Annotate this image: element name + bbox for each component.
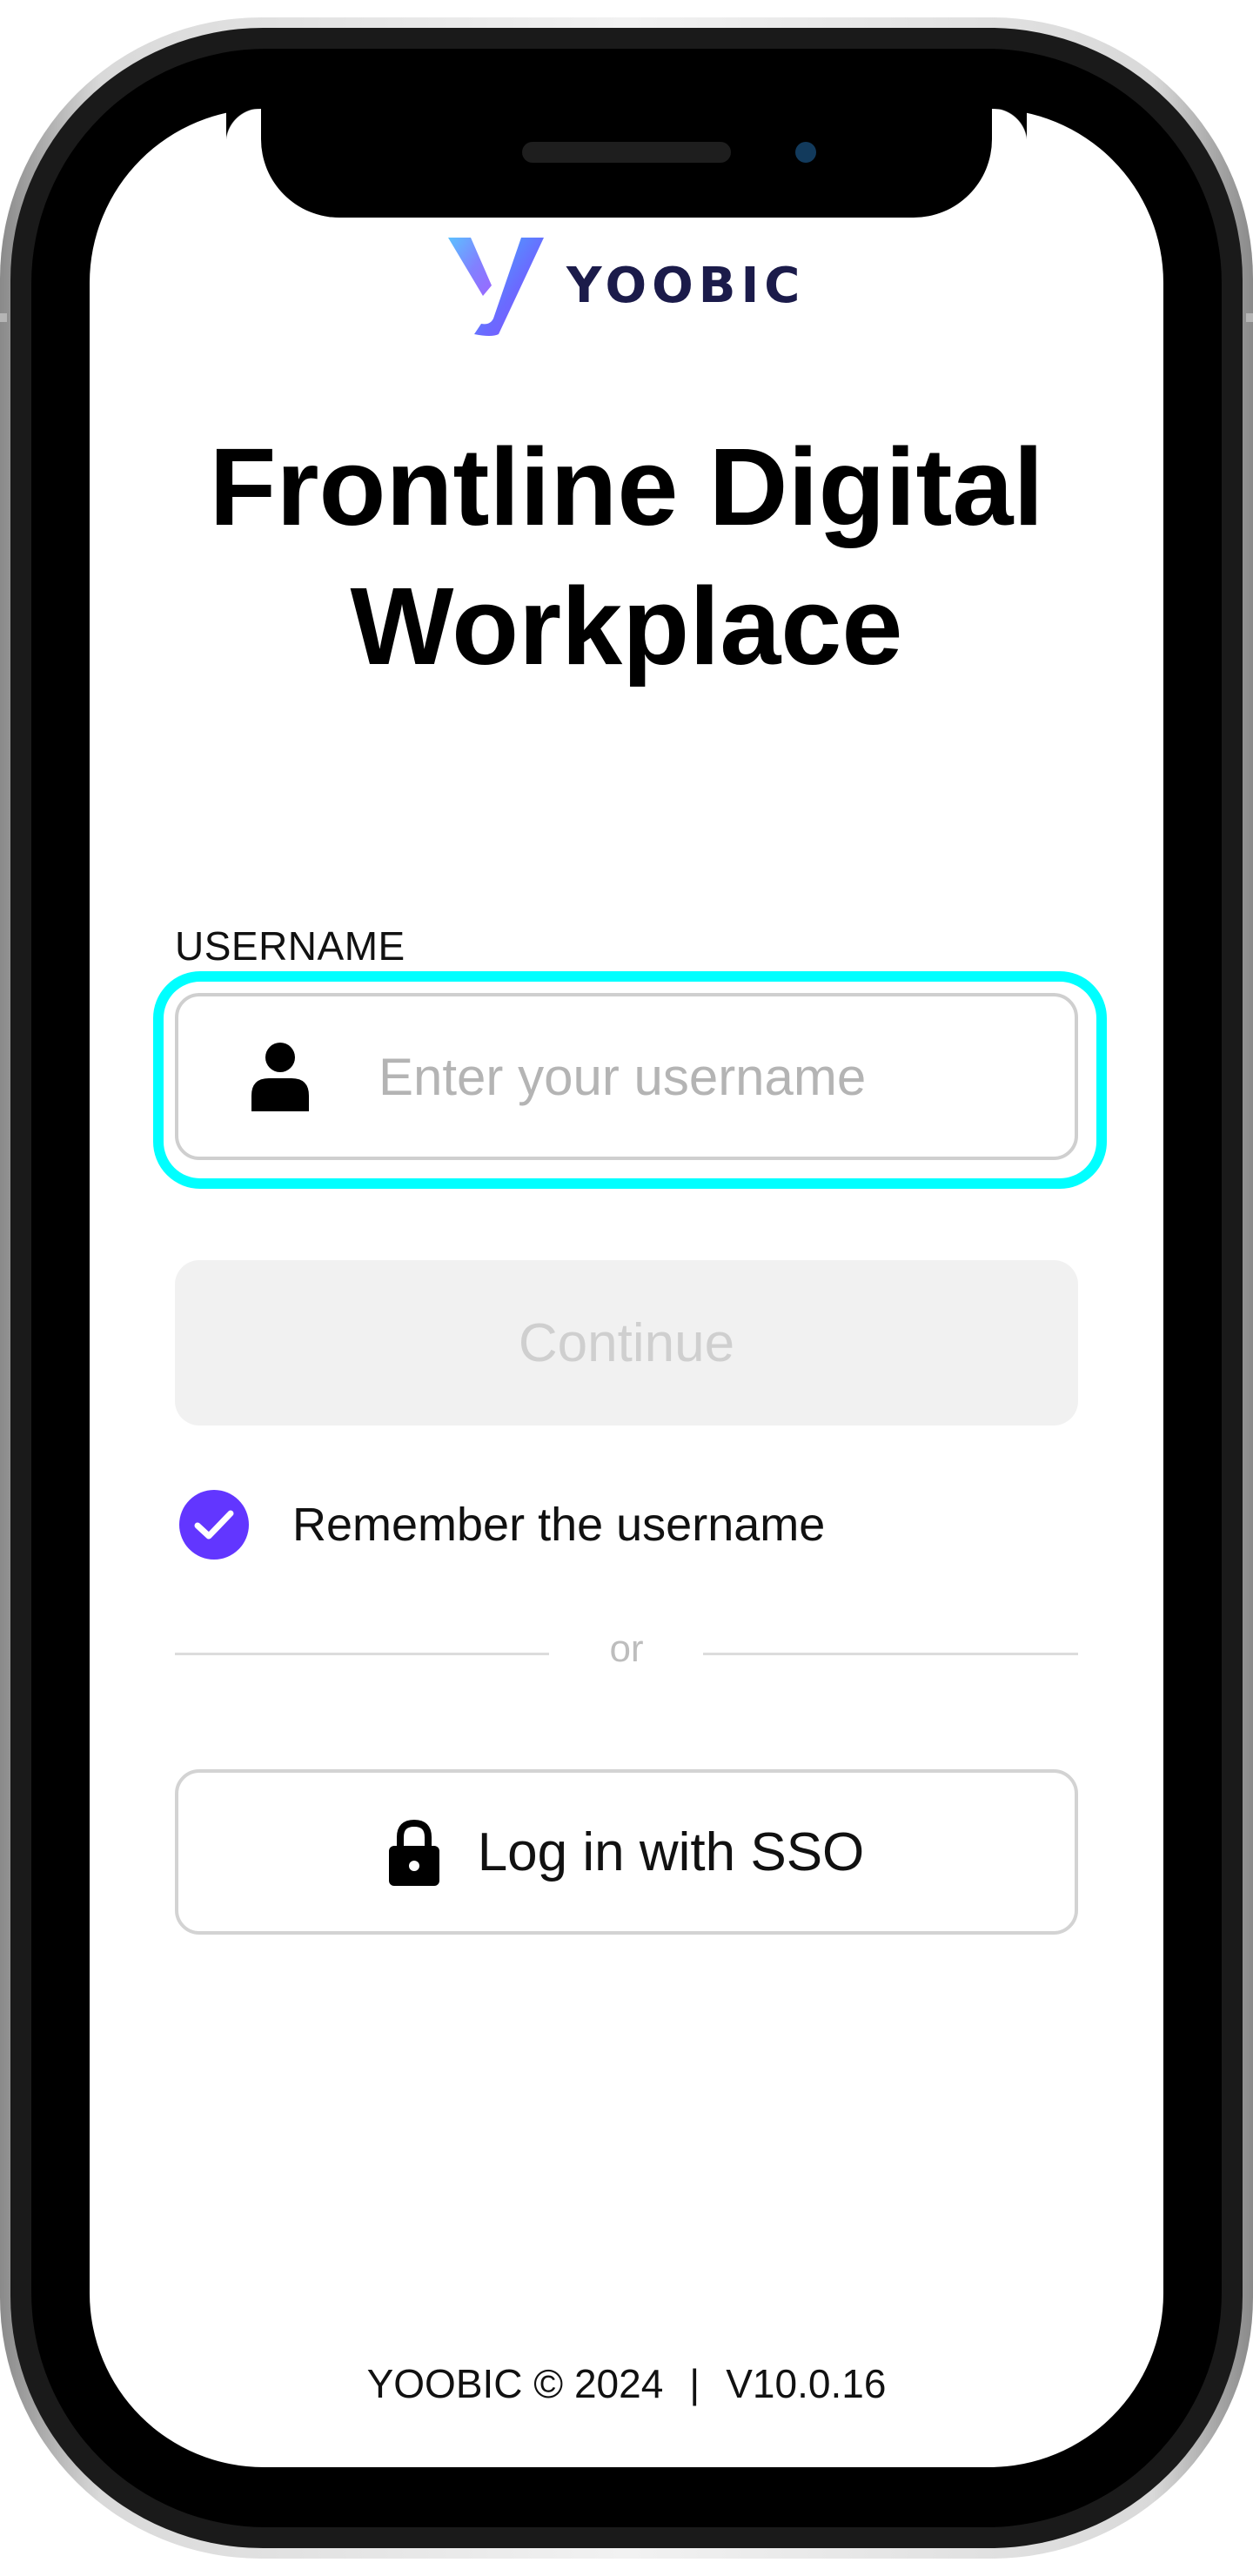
footer-version: V10.0.16 (726, 2361, 887, 2406)
page-title-line-1: Frontline Digital (209, 426, 1044, 548)
divider-line-left (175, 1653, 549, 1655)
continue-button[interactable]: Continue (175, 1260, 1078, 1426)
page-title: Frontline Digital Workplace (90, 418, 1163, 696)
remember-username-label: Remember the username (292, 1499, 826, 1551)
footer-separator: | (689, 2361, 700, 2406)
brand-wordmark: YOOBIC (566, 257, 806, 314)
username-input[interactable] (377, 1045, 1003, 1108)
page-title-line-2: Workplace (350, 565, 903, 688)
side-button (1246, 313, 1253, 322)
footer-copyright: YOOBIC © 2024 (366, 2361, 664, 2406)
lock-icon (388, 1819, 439, 1886)
remember-checkbox-indicator[interactable] (179, 1490, 249, 1560)
sso-login-label: Log in with SSO (477, 1821, 865, 1882)
phone-notch (261, 109, 1027, 218)
brand-logo: YOOBIC (448, 233, 805, 338)
footer: YOOBIC © 2024 | V10.0.16 (90, 2360, 1163, 2407)
divider-text: or (609, 1627, 644, 1670)
username-field[interactable] (175, 993, 1078, 1160)
sso-login-button[interactable]: Log in with SSO (175, 1769, 1078, 1935)
checkmark-icon (194, 1510, 234, 1540)
yoobic-logo-icon (448, 238, 544, 336)
remember-username-checkbox[interactable]: Remember the username (179, 1490, 825, 1560)
divider-line-right (703, 1653, 1078, 1655)
side-button (0, 313, 7, 322)
user-icon (251, 1043, 309, 1111)
speaker-grille (522, 142, 731, 163)
front-camera (795, 142, 816, 163)
username-label: USERNAME (175, 923, 405, 969)
